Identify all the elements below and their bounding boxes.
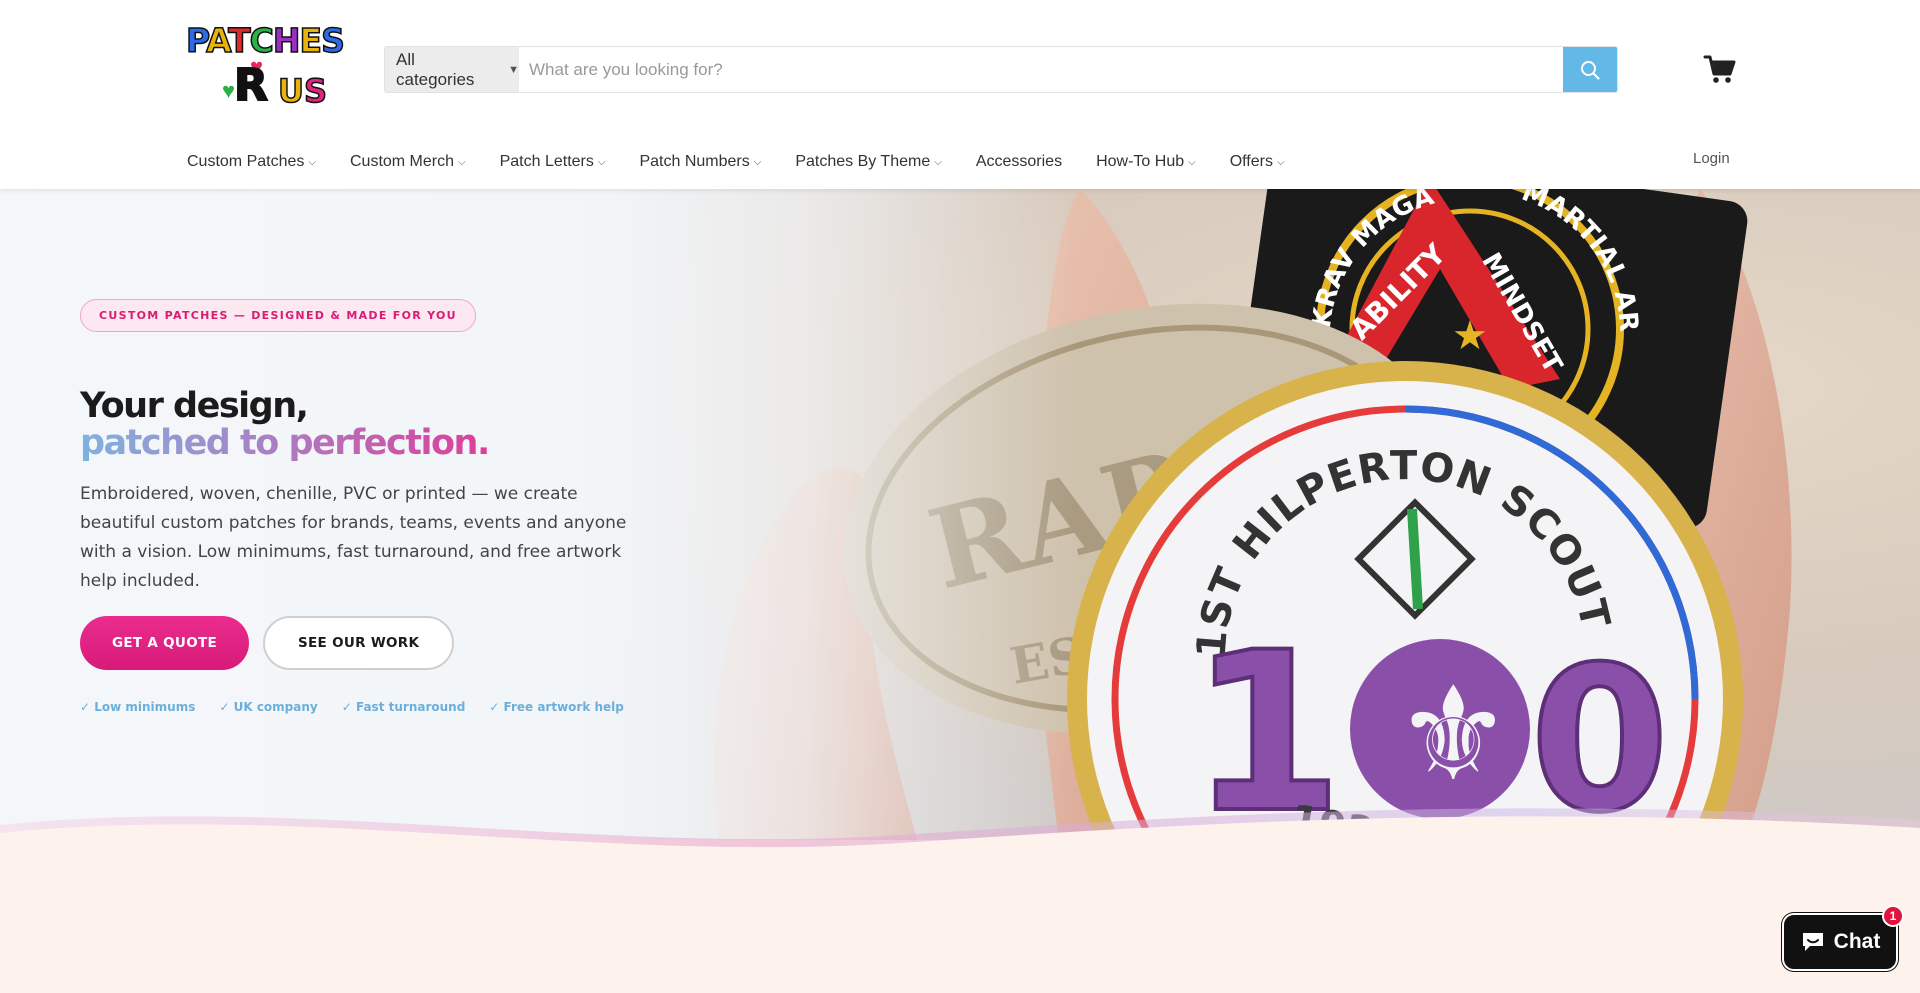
chevron-down-icon: ⌵ (458, 156, 466, 168)
hero-cta-row: GET A QUOTE SEE OUR WORK (80, 616, 680, 670)
hero-headline-line2: patched to perfection. (80, 423, 490, 463)
chevron-down-icon: ⌵ (1188, 156, 1196, 168)
nav-item-patch-letters[interactable]: Patch Letters ⌵ (500, 153, 606, 171)
search-bar: All categories ▼ (384, 46, 1618, 93)
nav-label: Custom Patches (187, 153, 305, 170)
hero-headline-line1: Your design, (80, 386, 309, 426)
hero-wave-divider (0, 808, 1920, 865)
chat-bubble-icon (1802, 933, 1823, 951)
badge-free-artwork-help: ✓ Free artwork help (489, 700, 624, 714)
chevron-down-icon: ⌵ (1276, 156, 1285, 168)
search-icon (1581, 60, 1600, 80)
chat-label: Chat (1833, 930, 1881, 953)
nav-item-patch-numbers[interactable]: Patch Numbers ⌵ (639, 153, 761, 171)
see-our-work-button[interactable]: SEE OUR WORK (263, 616, 455, 670)
hero-section: ABILITY MINDSET KRAV MAGA MARTIAL ARTS ★… (0, 189, 1920, 850)
hero-headline: Your design, patched to perfection. (80, 388, 680, 462)
chat-unread-badge: 1 (1882, 905, 1904, 927)
logo-letters-us: US (277, 71, 328, 111)
search-input[interactable] (519, 47, 1563, 92)
site-logo[interactable]: PATCHES ♥ ♥ R US (185, 20, 358, 118)
logo-letter-r: R (233, 59, 269, 112)
chevron-down-icon: ⌵ (308, 156, 316, 168)
nav-label: Custom Merch (349, 153, 455, 170)
chevron-down-icon: ⌵ (753, 156, 762, 168)
hero-content: CUSTOM PATCHES — DESIGNED & MADE FOR YOU… (80, 299, 680, 714)
category-select[interactable]: All categories ▼ (385, 47, 519, 92)
get-a-quote-button[interactable]: GET A QUOTE (80, 616, 250, 670)
nav-label: Offers (1229, 153, 1273, 170)
nav-label: Accessories (975, 153, 1063, 170)
badge-fast-turnaround: ✓ Fast turnaround (341, 700, 466, 714)
nav-item-patches-by-theme[interactable]: Patches By Theme ⌵ (795, 153, 941, 171)
nav-item-accessories[interactable]: Accessories (976, 153, 1062, 171)
chevron-down-icon: ⌵ (934, 156, 942, 168)
logo-wordmark: PATCHES (185, 21, 345, 60)
nav-label: Patch Letters (499, 153, 594, 170)
nav-label: Patch Numbers (639, 153, 750, 170)
nav-label: How-To Hub (1096, 153, 1185, 170)
hero-eyebrow-pill: CUSTOM PATCHES — DESIGNED & MADE FOR YOU (80, 299, 476, 332)
search-button[interactable] (1563, 47, 1617, 92)
chat-button[interactable]: Chat (1782, 913, 1898, 971)
nav-item-how-to-hub[interactable]: How-To Hub ⌵ (1096, 153, 1196, 171)
nav-item-custom-patches[interactable]: Custom Patches ⌵ (187, 153, 316, 171)
main-nav: Custom Patches ⌵ Custom Merch ⌵ Patch Lett… (187, 150, 1319, 174)
chevron-down-icon: ▼ (508, 63, 519, 76)
nav-item-offers[interactable]: Offers ⌵ (1230, 153, 1285, 171)
site-header: PATCHES ♥ ♥ R US All categories ▼ Custom… (0, 0, 1920, 189)
nav-label: Patches By Theme (795, 153, 931, 170)
nav-item-custom-merch[interactable]: Custom Merch ⌵ (350, 153, 466, 171)
badge-low-minimums: ✓ Low minimums (80, 700, 196, 714)
hero-description: Embroidered, woven, chenille, PVC or pri… (80, 484, 627, 591)
cart-button[interactable] (1703, 52, 1737, 86)
badge-uk-company: ✓ UK company (219, 700, 318, 714)
cart-icon (1703, 55, 1736, 83)
login-link[interactable]: Login (1693, 150, 1730, 167)
hero-badges: ✓ Low minimums ✓ UK company ✓ Fast turna… (80, 700, 680, 714)
chevron-down-icon: ⌵ (597, 156, 606, 168)
category-select-label: All categories (396, 49, 475, 89)
